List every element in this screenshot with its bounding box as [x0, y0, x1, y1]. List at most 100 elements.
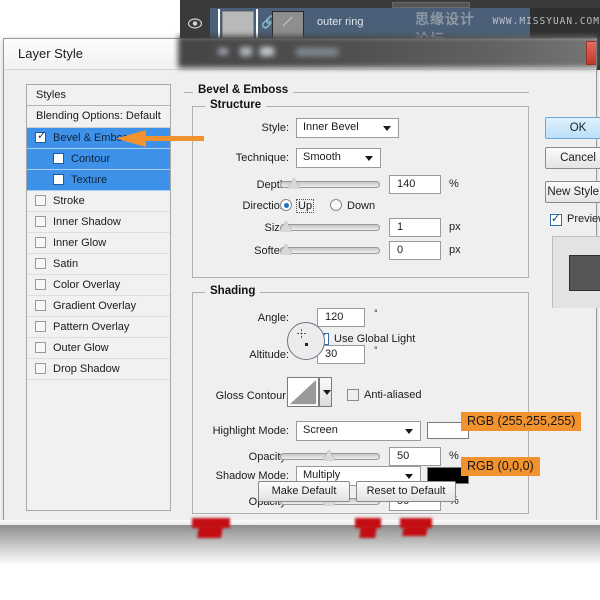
technique-select[interactable]: Smooth: [296, 148, 381, 168]
direction-down-label[interactable]: Down: [347, 200, 375, 212]
shadow-rgb-annotation: RGB (0,0,0): [461, 457, 540, 476]
effect-checkbox[interactable]: [35, 300, 46, 311]
soften-unit: px: [449, 244, 461, 256]
size-slider[interactable]: [280, 224, 380, 231]
chevron-down-icon: [405, 429, 413, 434]
effect-label: Color Overlay: [53, 279, 120, 291]
layer-style-dialog: Layer Style Styles Blending Options: Def…: [3, 38, 597, 522]
ok-button[interactable]: OK: [545, 117, 600, 139]
effect-checkbox[interactable]: [35, 321, 46, 332]
preview-thumbnail: [569, 255, 600, 291]
highlight-rgb-annotation: RGB (255,255,255): [461, 412, 581, 431]
effect-row-inner-glow[interactable]: Inner Glow: [27, 233, 170, 254]
blending-options-row[interactable]: Blending Options: Default: [27, 106, 170, 128]
mask-slash-icon: [281, 15, 295, 29]
cancel-button[interactable]: Cancel: [545, 147, 600, 169]
angle-dial-crosshair-icon: [297, 329, 306, 338]
direction-down-radio[interactable]: [330, 199, 342, 211]
background-app-blur-overlay: [178, 36, 598, 68]
altitude-unit: °: [374, 345, 378, 355]
gloss-contour-curve-icon: [288, 378, 318, 406]
effect-checkbox[interactable]: ✓: [35, 132, 46, 143]
size-unit: px: [449, 221, 461, 233]
effect-checkbox[interactable]: [35, 258, 46, 269]
size-input[interactable]: 1: [389, 218, 441, 237]
direction-up-label[interactable]: Up: [296, 199, 314, 213]
effect-label: Inner Shadow: [53, 216, 121, 228]
effect-label: Inner Glow: [53, 237, 106, 249]
dialog-title: Layer Style: [18, 46, 83, 61]
make-default-button[interactable]: Make Default: [258, 481, 350, 502]
angle-label: Angle:: [204, 312, 289, 324]
style-select[interactable]: Inner Bevel: [296, 118, 399, 138]
red-marker-shape-3b: [402, 526, 428, 536]
anti-aliased-label[interactable]: Anti-aliased: [364, 389, 421, 401]
effect-checkbox[interactable]: [35, 237, 46, 248]
size-slider-knob[interactable]: [280, 221, 292, 231]
screenshot-root: 🔗 outer ring 思缘设计论坛 WWW.MISSYUAN.COM Lay…: [0, 0, 600, 600]
layer-mask-thumbnail[interactable]: [272, 11, 304, 39]
highlight-opacity-label: Opacity:: [198, 451, 289, 463]
dialog-titlebar[interactable]: Layer Style: [4, 39, 596, 70]
preview-label[interactable]: Preview: [567, 213, 600, 225]
effect-row-satin[interactable]: Satin: [27, 254, 170, 275]
angle-input[interactable]: 120: [317, 308, 365, 327]
effect-checkbox[interactable]: [35, 216, 46, 227]
angle-dial[interactable]: [287, 322, 325, 360]
annotation-arrow-icon: [116, 128, 204, 150]
effect-checkbox[interactable]: [53, 174, 64, 185]
gloss-contour-dropdown-button[interactable]: [319, 377, 332, 407]
shading-group-title: Shading: [205, 285, 260, 297]
size-label: Size:: [204, 222, 289, 234]
highlight-mode-select[interactable]: Screen: [296, 421, 421, 441]
altitude-input[interactable]: 30: [317, 345, 365, 364]
soften-input[interactable]: 0: [389, 241, 441, 260]
direction-up-radio[interactable]: [280, 199, 292, 211]
gloss-contour-swatch[interactable]: [287, 377, 319, 407]
depth-input[interactable]: 140: [389, 175, 441, 194]
chevron-down-icon: [365, 156, 373, 161]
highlight-opacity-slider-knob[interactable]: [323, 450, 335, 460]
soften-label: Soften:: [198, 245, 289, 257]
effect-row-outer-glow[interactable]: Outer Glow: [27, 338, 170, 359]
effect-checkbox[interactable]: [35, 363, 46, 374]
highlight-mode-value: Screen: [303, 424, 338, 436]
depth-slider-knob[interactable]: [288, 178, 300, 188]
preview-checkbox[interactable]: [550, 214, 562, 226]
reset-to-default-button[interactable]: Reset to Default: [356, 481, 456, 502]
effect-checkbox[interactable]: [35, 195, 46, 206]
chevron-down-icon: [405, 474, 413, 479]
soften-slider-knob[interactable]: [280, 244, 292, 254]
effect-row-gradient-overlay[interactable]: Gradient Overlay: [27, 296, 170, 317]
effect-label: Texture: [71, 174, 107, 186]
gloss-contour-label: Gloss Contour:: [184, 390, 289, 402]
effect-label: Pattern Overlay: [53, 321, 129, 333]
red-marker-shape-2b: [359, 526, 376, 538]
effect-checkbox[interactable]: [53, 153, 64, 164]
depth-slider[interactable]: [280, 181, 380, 188]
styles-panel-header: Styles: [27, 85, 170, 106]
highlight-opacity-slider[interactable]: [280, 453, 380, 460]
soften-slider[interactable]: [280, 247, 380, 254]
highlight-opacity-input[interactable]: 50: [389, 447, 441, 466]
anti-aliased-checkbox[interactable]: [347, 389, 359, 401]
effect-label: Gradient Overlay: [53, 300, 136, 312]
effect-row-inner-shadow[interactable]: Inner Shadow: [27, 212, 170, 233]
effect-row-pattern-overlay[interactable]: Pattern Overlay: [27, 317, 170, 338]
effect-row-contour[interactable]: Contour: [27, 149, 170, 170]
effect-row-texture[interactable]: Texture: [27, 170, 170, 191]
use-global-light-label[interactable]: Use Global Light: [334, 333, 415, 345]
new-style-button[interactable]: New Style...: [545, 181, 600, 203]
effect-row-color-overlay[interactable]: Color Overlay: [27, 275, 170, 296]
eye-icon[interactable]: [188, 18, 202, 29]
effect-checkbox[interactable]: [35, 279, 46, 290]
effect-row-drop-shadow[interactable]: Drop Shadow: [27, 359, 170, 380]
background-gradient-strip: [0, 525, 600, 565]
styles-header-label: Styles: [36, 89, 66, 101]
effect-label: Drop Shadow: [53, 363, 120, 375]
effect-row-stroke[interactable]: Stroke: [27, 191, 170, 212]
close-icon[interactable]: [586, 41, 596, 65]
shadow-mode-value: Multiply: [303, 469, 340, 481]
panel-top-strip: [180, 0, 600, 8]
effect-checkbox[interactable]: [35, 342, 46, 353]
